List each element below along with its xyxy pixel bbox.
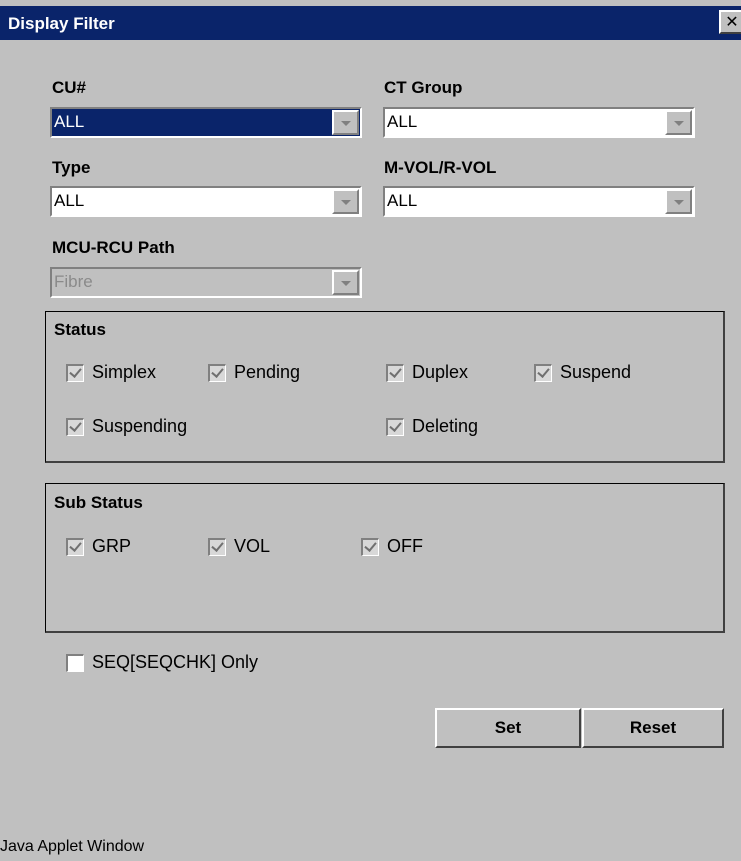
sub-status-grp-checkbox[interactable]: GRP xyxy=(66,536,131,557)
checkbox-unchecked-icon xyxy=(66,653,84,672)
window-title: Display Filter xyxy=(8,14,115,33)
seq-only-label: SEQ[SEQCHK] Only xyxy=(92,652,259,672)
status-deleting-checkbox[interactable]: Deleting xyxy=(386,416,478,437)
type-select[interactable]: ALL xyxy=(50,186,362,217)
ct-group-value: ALL xyxy=(387,112,418,131)
mvol-rvol-select[interactable]: ALL xyxy=(383,186,695,217)
cu-select[interactable]: ALL xyxy=(50,107,362,138)
checkbox-label: Pending xyxy=(234,362,301,382)
checkbox-label: Suspend xyxy=(560,362,632,382)
checkbox-label: Duplex xyxy=(412,362,469,382)
cu-value: ALL xyxy=(54,112,85,131)
chevron-down-icon[interactable] xyxy=(665,110,692,135)
checkbox-label: GRP xyxy=(92,536,132,556)
sub-status-group: Sub Status GRP VOL OFF xyxy=(45,483,725,633)
chevron-down-icon[interactable] xyxy=(665,189,692,214)
cu-label: CU# xyxy=(52,78,87,97)
checkbox-label: OFF xyxy=(387,536,423,556)
chevron-down-icon xyxy=(332,270,359,295)
type-label: Type xyxy=(52,158,91,177)
checkbox-checked-icon xyxy=(66,417,84,436)
mvol-rvol-value: ALL xyxy=(387,191,418,210)
close-icon: ✕ xyxy=(725,12,739,31)
close-button[interactable]: ✕ xyxy=(719,10,741,34)
mcu-rcu-path-select: Fibre xyxy=(50,267,362,298)
checkbox-checked-icon xyxy=(66,537,84,556)
sub-status-off-checkbox[interactable]: OFF xyxy=(361,536,423,557)
seq-only-checkbox[interactable]: SEQ[SEQCHK] Only xyxy=(66,652,258,673)
sub-status-vol-checkbox[interactable]: VOL xyxy=(208,536,270,557)
mcu-rcu-path-value: Fibre xyxy=(54,272,93,291)
title-bar: Display Filter ✕ xyxy=(0,6,741,40)
ct-group-select[interactable]: ALL xyxy=(383,107,695,138)
chevron-down-icon[interactable] xyxy=(332,189,359,214)
checkbox-label: Suspending xyxy=(92,416,188,436)
set-button[interactable]: Set xyxy=(435,708,581,748)
checkbox-checked-icon xyxy=(386,417,404,436)
chevron-down-icon[interactable] xyxy=(332,110,359,135)
mvol-rvol-label: M-VOL/R-VOL xyxy=(384,158,497,177)
checkbox-checked-icon xyxy=(66,363,84,382)
status-duplex-checkbox[interactable]: Duplex xyxy=(386,362,468,383)
checkbox-label: VOL xyxy=(234,536,271,556)
status-suspending-checkbox[interactable]: Suspending xyxy=(66,416,187,437)
status-title: Status xyxy=(54,320,106,339)
status-pending-checkbox[interactable]: Pending xyxy=(208,362,300,383)
applet-window-label: Java Applet Window xyxy=(0,838,145,855)
checkbox-checked-icon xyxy=(534,363,552,382)
checkbox-checked-icon xyxy=(208,537,226,556)
mcu-rcu-path-label: MCU-RCU Path xyxy=(52,238,175,257)
type-value: ALL xyxy=(54,191,85,210)
checkbox-checked-icon xyxy=(208,363,226,382)
status-suspend-checkbox[interactable]: Suspend xyxy=(534,362,631,383)
checkbox-checked-icon xyxy=(386,363,404,382)
status-group: Status Simplex Pending Duplex Suspend Su… xyxy=(45,311,725,463)
checkbox-label: Simplex xyxy=(92,362,157,382)
reset-button[interactable]: Reset xyxy=(582,708,724,748)
ct-group-label: CT Group xyxy=(384,78,463,97)
sub-status-title: Sub Status xyxy=(54,493,143,512)
checkbox-checked-icon xyxy=(361,537,379,556)
checkbox-label: Deleting xyxy=(412,416,479,436)
status-simplex-checkbox[interactable]: Simplex xyxy=(66,362,156,383)
